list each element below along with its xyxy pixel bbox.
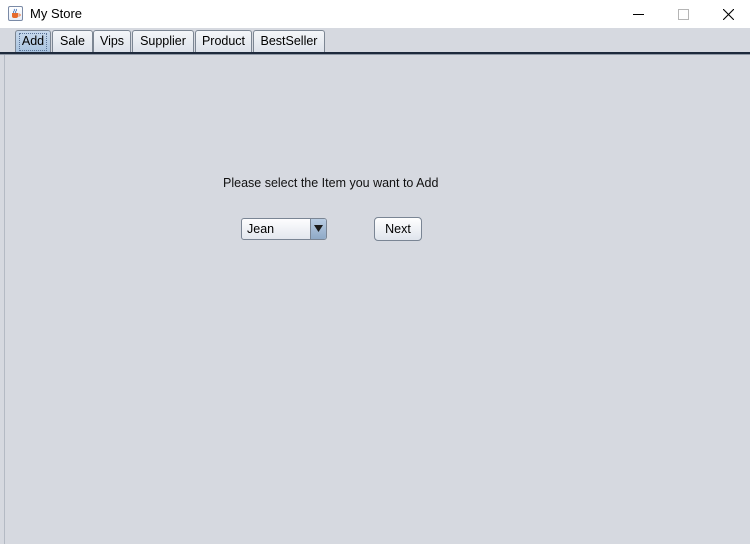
tab-label: Vips xyxy=(99,34,125,48)
tab-strip: Add Sale Vips Supplier Product BestSelle… xyxy=(0,28,750,54)
add-prompt-label: Please select the Item you want to Add xyxy=(223,176,439,190)
tab-add[interactable]: Add xyxy=(15,30,51,52)
tab-label: Product xyxy=(201,34,246,48)
tab-label: Supplier xyxy=(140,34,186,48)
tab-label: Add xyxy=(21,34,45,48)
tab-divider-shadow xyxy=(0,54,750,55)
next-button[interactable]: Next xyxy=(374,217,422,241)
tab-supplier[interactable]: Supplier xyxy=(132,30,194,52)
item-select-value: Jean xyxy=(247,222,275,236)
java-cup-icon xyxy=(8,6,23,21)
panel-edge xyxy=(4,55,5,544)
window-title: My Store xyxy=(30,6,83,21)
minimize-button[interactable] xyxy=(616,0,661,28)
close-icon xyxy=(723,9,734,20)
minimize-icon xyxy=(633,14,644,15)
tab-bestseller[interactable]: BestSeller xyxy=(253,30,325,52)
dropdown-button[interactable] xyxy=(310,219,326,239)
maximize-icon xyxy=(678,9,689,20)
title-bar: My Store xyxy=(0,0,750,28)
item-select[interactable]: Jean xyxy=(241,218,327,240)
tab-label: BestSeller xyxy=(260,34,318,48)
close-button[interactable] xyxy=(706,0,750,28)
tab-label: Sale xyxy=(59,34,86,48)
tab-vips[interactable]: Vips xyxy=(93,30,131,52)
tab-product[interactable]: Product xyxy=(195,30,252,52)
chevron-down-icon xyxy=(314,225,323,232)
tab-sale[interactable]: Sale xyxy=(52,30,93,52)
maximize-button[interactable] xyxy=(661,0,706,28)
